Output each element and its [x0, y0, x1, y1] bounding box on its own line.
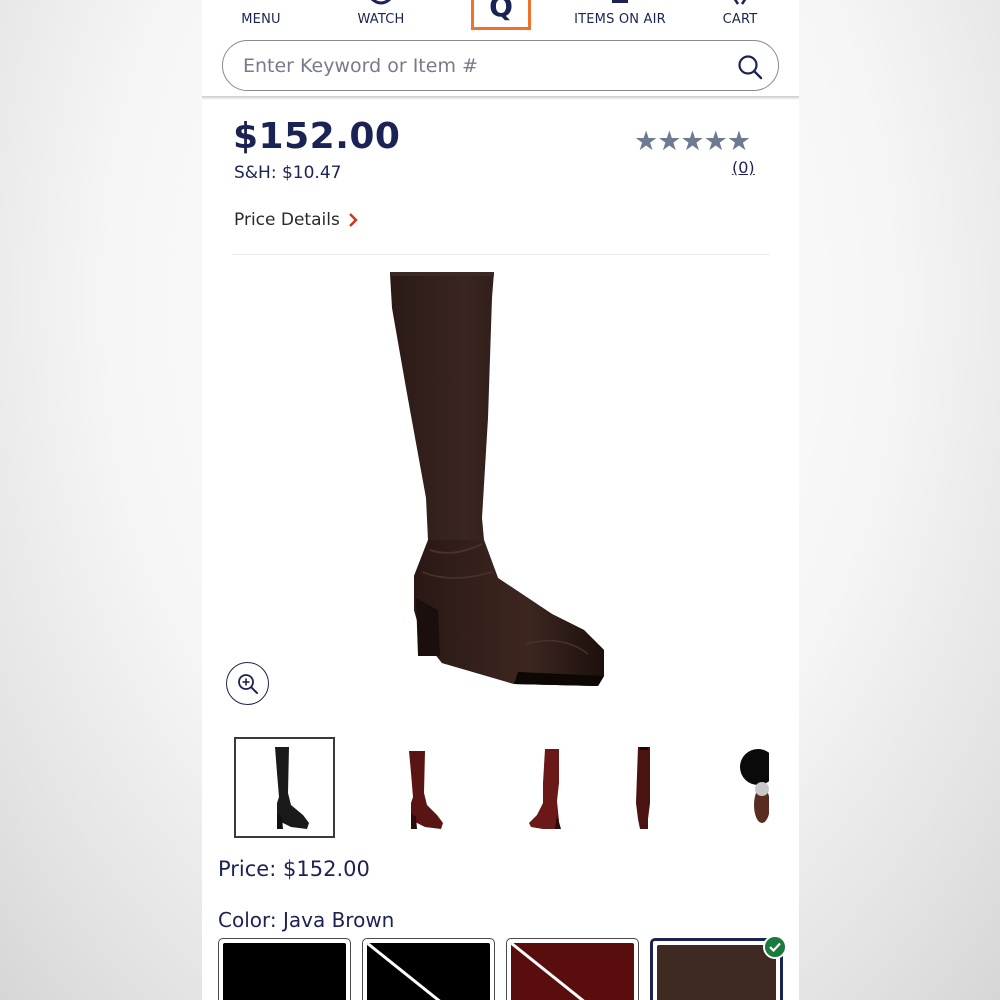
- unavailable-slash-icon: [511, 943, 585, 1000]
- qvc-logo[interactable]: Q: [471, 0, 531, 30]
- review-count-link[interactable]: (0): [732, 158, 755, 177]
- chevron-right-icon: [348, 213, 358, 227]
- nav-watch-label: WATCH: [357, 12, 405, 27]
- header-shadow: [202, 96, 799, 100]
- rating-stars: ★★★★★: [634, 126, 751, 157]
- color-line: Color: Java Brown: [218, 908, 394, 932]
- search-icon[interactable]: [736, 53, 764, 81]
- product-price: $152.00: [233, 116, 401, 157]
- divider: [232, 254, 770, 255]
- tv-icon: [612, 0, 628, 3]
- thumbnail-5[interactable]: [722, 737, 769, 838]
- thumbnail-1[interactable]: [234, 737, 335, 838]
- thumbnail-model-image: [740, 748, 769, 823]
- color-value: Java Brown: [282, 908, 395, 932]
- price-line: Price: $152.00: [218, 857, 370, 881]
- color-swatch-3[interactable]: [506, 938, 639, 1000]
- swatch-fill: [367, 943, 490, 1000]
- thumbnail-boot-image: [528, 748, 561, 829]
- selected-check-icon: [763, 935, 787, 959]
- nav-cart-label: CART: [722, 12, 758, 27]
- product-image-boot[interactable]: [322, 258, 652, 698]
- swatch-fill: [657, 945, 776, 1000]
- cart-icon: [733, 0, 747, 5]
- search-bar: [222, 40, 779, 91]
- thumbnail-4[interactable]: [595, 737, 696, 838]
- watch-icon: [370, 0, 392, 5]
- logo-letter: Q: [489, 0, 513, 23]
- swatch-fill: [223, 943, 346, 1000]
- thumbnail-boot-image: [274, 746, 309, 829]
- thumbnail-2[interactable]: [370, 737, 471, 838]
- price-details-link[interactable]: Price Details: [234, 210, 358, 230]
- color-label: Color:: [218, 908, 277, 932]
- zoom-button[interactable]: [226, 662, 269, 705]
- nav-watch[interactable]: WATCH: [342, 0, 420, 34]
- price-line-label: Price:: [218, 857, 277, 881]
- price-details-label: Price Details: [234, 210, 340, 230]
- thumbnail-boot-image: [408, 750, 443, 829]
- top-nav: MENU WATCH Q ITEMS ON AIR CART: [202, 0, 799, 34]
- zoom-in-icon: [237, 673, 258, 694]
- price-line-value: $152.00: [283, 857, 370, 881]
- shipping-handling: S&H: $10.47: [234, 163, 342, 183]
- thumbnail-boot-image: [635, 746, 650, 829]
- unavailable-slash-icon: [367, 943, 441, 1000]
- nav-items-on-air[interactable]: ITEMS ON AIR: [562, 0, 678, 34]
- search-input[interactable]: [243, 51, 713, 81]
- color-swatch-1[interactable]: [218, 938, 351, 1000]
- nav-menu-label: MENU: [241, 12, 281, 27]
- nav-items-on-air-label: ITEMS ON AIR: [574, 12, 666, 27]
- nav-menu[interactable]: MENU: [224, 0, 298, 34]
- product-page: MENU WATCH Q ITEMS ON AIR CART Enter Key…: [202, 0, 799, 1000]
- swatch-fill: [511, 943, 634, 1000]
- nav-cart[interactable]: CART: [710, 0, 770, 34]
- color-swatch-2[interactable]: [362, 938, 495, 1000]
- thumbnail-3[interactable]: [496, 737, 597, 838]
